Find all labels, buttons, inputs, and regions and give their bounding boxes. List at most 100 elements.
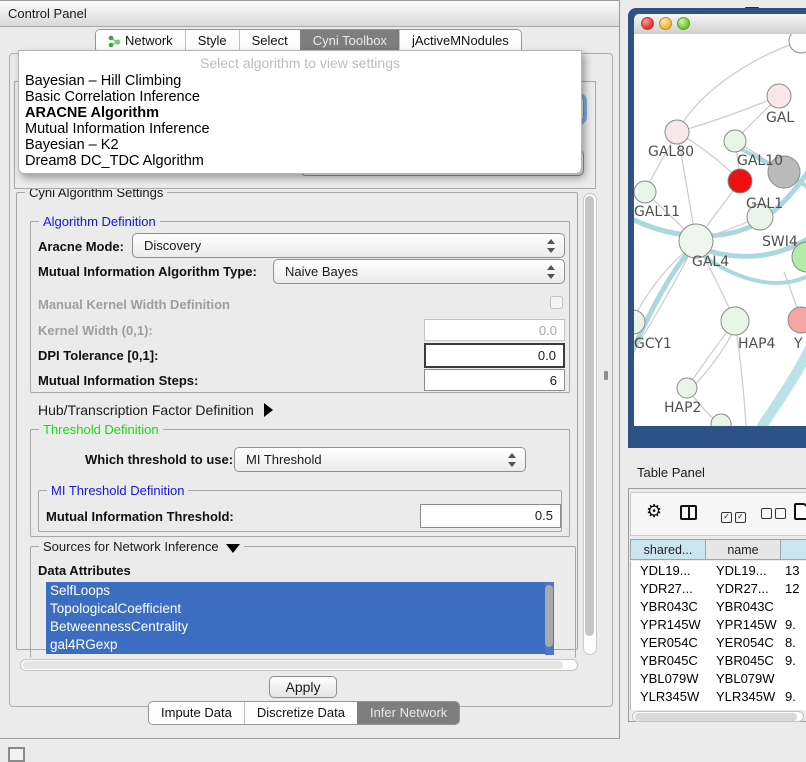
select-all-icon[interactable]: ✓✓ xyxy=(721,507,749,523)
table-hscrollbar-thumb[interactable] xyxy=(635,713,797,721)
document-icon[interactable] xyxy=(794,503,806,520)
algorithm-option[interactable]: Bayesian – Hill Climbing xyxy=(25,73,181,89)
tab-select[interactable]: Select xyxy=(239,30,300,52)
table-cell[interactable]: YBL079W xyxy=(716,671,775,686)
algorithm-option[interactable]: Bayesian – K2 xyxy=(25,137,119,153)
data-attributes-label: Data Attributes xyxy=(38,563,131,578)
apply-button[interactable]: Apply xyxy=(269,676,337,698)
table-cell[interactable]: 8. xyxy=(785,635,796,650)
table-cell[interactable]: YLR345W xyxy=(716,689,775,704)
list-item-selected[interactable]: TopologicalCoefficient xyxy=(46,600,545,618)
mi-threshold-input[interactable]: 0.5 xyxy=(420,504,561,528)
table-cell[interactable]: YER054C xyxy=(640,635,698,650)
table-cell[interactable]: YIL053C xyxy=(716,707,767,710)
table-cell[interactable]: YBR045C xyxy=(640,653,698,668)
node-gal80[interactable] xyxy=(665,120,689,144)
list-item-selected[interactable]: gal4RGexp xyxy=(46,636,545,654)
restore-panel-icon[interactable] xyxy=(8,747,25,762)
network-window-titlebar[interactable] xyxy=(634,14,806,35)
tab-network[interactable]: Network xyxy=(96,30,185,52)
settings-hscrollbar[interactable] xyxy=(20,659,578,671)
table-cell[interactable]: 9. xyxy=(785,689,796,704)
table-cell[interactable]: YER054C xyxy=(716,635,774,650)
table-cell[interactable]: YDL19... xyxy=(716,563,767,578)
node-salmon[interactable] xyxy=(788,307,806,333)
table-cell[interactable]: YLR345W xyxy=(640,689,699,704)
close-traffic-light-icon[interactable] xyxy=(641,17,654,30)
kernel-width-input[interactable]: 0.0 xyxy=(424,319,565,341)
zoom-traffic-light-icon[interactable] xyxy=(677,17,690,30)
table-cell[interactable]: 9. xyxy=(785,653,796,668)
node[interactable] xyxy=(789,34,806,53)
which-threshold-select[interactable]: MI Threshold xyxy=(234,447,526,472)
which-threshold-value: MI Threshold xyxy=(246,452,322,467)
node-gal11[interactable] xyxy=(634,181,656,203)
algorithm-option[interactable]: Basic Correlation Inference xyxy=(25,89,200,105)
column-header[interactable]: shared... xyxy=(630,539,706,560)
list-scrollbar-thumb[interactable] xyxy=(545,585,553,647)
node[interactable] xyxy=(711,414,731,426)
group-title: Algorithm Definition xyxy=(39,214,160,229)
list-item-selected[interactable]: SelfLoops xyxy=(46,582,545,600)
column-header[interactable]: A xyxy=(780,539,806,560)
table-cell[interactable]: YBR045C xyxy=(716,653,774,668)
column-header[interactable]: name xyxy=(705,539,781,560)
table-cell[interactable]: YIL053C xyxy=(640,707,691,710)
unselect-all-icon[interactable] xyxy=(761,507,789,522)
collapse-down-icon[interactable] xyxy=(226,544,240,553)
settings-scrollbar-thumb[interactable] xyxy=(585,196,594,636)
algorithm-option[interactable]: Dream8 DC_TDC Algorithm xyxy=(25,153,204,169)
table-cell[interactable]: 9. xyxy=(785,707,796,710)
table-cell[interactable]: YPR145W xyxy=(640,617,701,632)
algorithm-option-selected[interactable]: ARACNE Algorithm xyxy=(25,105,159,121)
aracne-mode-select[interactable]: Discovery xyxy=(132,233,565,258)
dpi-tolerance-input[interactable]: 0.0 xyxy=(424,343,565,368)
table-cell[interactable]: YBL079W xyxy=(640,671,699,686)
algorithm-option[interactable]: Mutual Information Inference xyxy=(25,121,210,137)
mi-algorithm-type-select[interactable]: Naive Bayes xyxy=(273,259,565,284)
hub-definition-label: Hub/Transcription Factor Definition xyxy=(38,402,254,418)
node-gal10[interactable] xyxy=(724,130,746,152)
table-cell[interactable]: YBR043C xyxy=(640,599,698,614)
table-cell[interactable]: YBR043C xyxy=(716,599,774,614)
node-gal1-selected[interactable] xyxy=(728,169,752,193)
network-canvas[interactable]: GAL GAL80 GAL10 GAL1 GAL11 SWI4 GAL4 GCY… xyxy=(634,34,806,426)
mi-steps-input[interactable]: 6 xyxy=(424,369,565,391)
unchecked-box-icon xyxy=(761,508,772,519)
group-title: Threshold Definition xyxy=(39,422,163,437)
table-cell[interactable]: YDR27... xyxy=(640,581,693,596)
kernel-width-label: Kernel Width (0,1): xyxy=(38,323,153,338)
minimize-traffic-light-icon[interactable] xyxy=(659,17,672,30)
node-gal[interactable] xyxy=(767,84,791,108)
tab-infer-network[interactable]: Infer Network xyxy=(357,702,459,724)
settings-scrollbar[interactable] xyxy=(583,193,597,655)
group-title: Sources for Network Inference xyxy=(39,539,244,554)
list-item-selected[interactable]: BetweennessCentrality xyxy=(46,618,545,636)
table-cell[interactable]: 12 xyxy=(785,581,799,596)
table-cell[interactable]: YDR27... xyxy=(716,581,769,596)
tab-jactivemnodules[interactable]: jActiveMNodules xyxy=(399,30,521,52)
node-label: SWI4 xyxy=(762,234,798,250)
table-body[interactable]: YDL19... YDL19... 13 YDR27... YDR27... 1… xyxy=(630,561,806,710)
table-cell[interactable]: 9. xyxy=(785,617,796,632)
hub-definition-expander[interactable]: Hub/Transcription Factor Definition xyxy=(38,402,273,418)
gear-icon[interactable]: ⚙ xyxy=(646,501,662,522)
tab-cyni-toolbox[interactable]: Cyni Toolbox xyxy=(300,30,399,52)
tab-impute-data[interactable]: Impute Data xyxy=(149,702,244,724)
node-gal4[interactable] xyxy=(679,224,713,258)
node-hap4[interactable] xyxy=(721,307,749,335)
tab-discretize-data[interactable]: Discretize Data xyxy=(244,702,357,724)
table-cell[interactable]: YPR145W xyxy=(716,617,777,632)
node-hap2[interactable] xyxy=(677,378,697,398)
table-cell[interactable]: 13 xyxy=(785,563,799,578)
settings-hscrollbar-thumb[interactable] xyxy=(23,661,563,669)
tab-style[interactable]: Style xyxy=(185,30,239,52)
node-label: GAL80 xyxy=(648,144,694,160)
table-hscrollbar[interactable] xyxy=(632,711,804,722)
screen: Control Panel ✕ Network Style Select Cyn… xyxy=(0,0,806,762)
table-cell[interactable]: YDL19... xyxy=(640,563,691,578)
panel-splitter-handle[interactable] xyxy=(604,371,608,380)
manual-kernel-checkbox[interactable] xyxy=(550,296,563,309)
list-scrollbar[interactable] xyxy=(545,582,554,655)
columns-icon[interactable] xyxy=(680,505,697,520)
